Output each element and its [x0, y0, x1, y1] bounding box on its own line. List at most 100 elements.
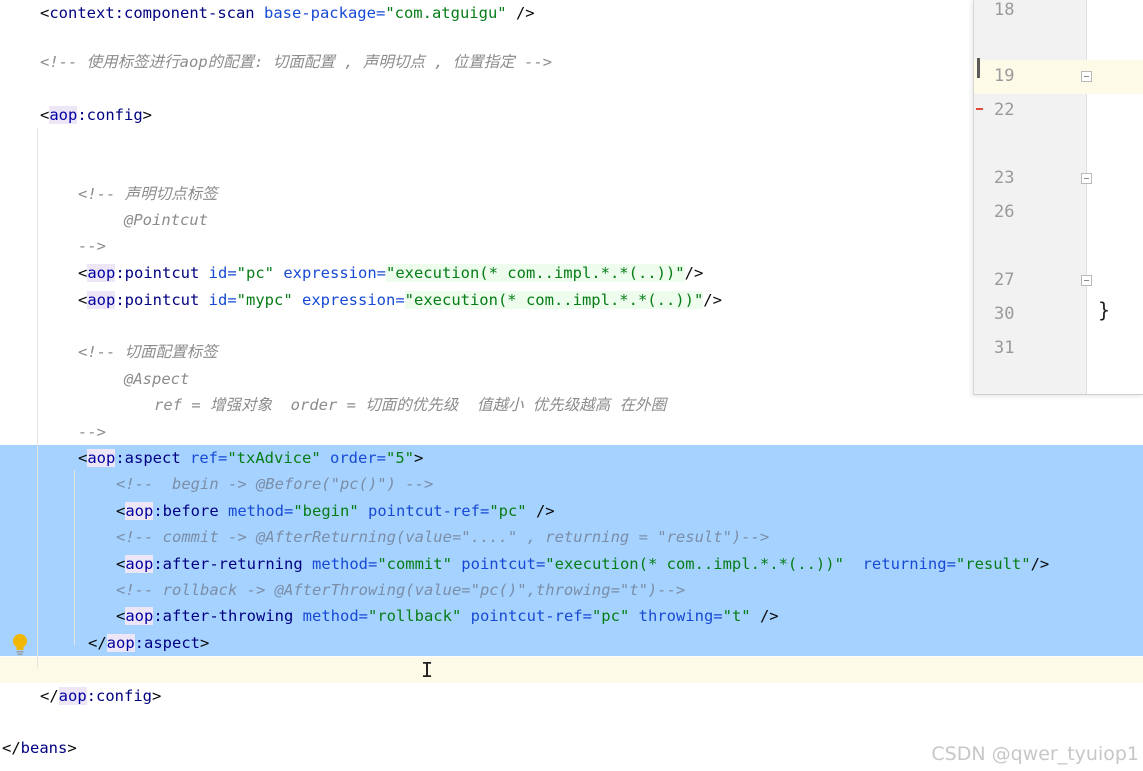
code-line[interactable]: <aop:after-returning method="commit" poi…	[0, 551, 1143, 577]
code-line[interactable]: </aop:config>	[0, 683, 1143, 709]
attribute-value: "rollback"	[367, 607, 462, 625]
code-editor[interactable]: <context:component-scan base-package="co…	[0, 0, 1143, 771]
code-line[interactable]: <aop:pointcut id="mypc" expression="exec…	[0, 287, 1143, 313]
code-line[interactable]: -->	[0, 233, 1143, 259]
text-cursor-icon: Ι	[421, 658, 434, 682]
tag-bracket: </	[40, 687, 59, 705]
attribute-name: expression=	[274, 264, 386, 282]
tag-name: :aspect	[115, 449, 181, 467]
attribute-name: pointcut-ref=	[358, 502, 490, 520]
comment-text: -->	[78, 423, 106, 441]
attribute-name: id=	[199, 291, 237, 309]
namespace-prefix: aop	[87, 291, 116, 309]
line-number: 23	[994, 168, 1015, 188]
tag-name: :pointcut	[115, 291, 200, 309]
code-line[interactable]: <context:component-scan base-package="co…	[0, 0, 1143, 26]
tag-close: />	[526, 502, 555, 520]
attribute-value: "pc"	[489, 502, 527, 520]
code-line[interactable]: <!-- commit -> @AfterReturning(value="..…	[0, 524, 1143, 550]
comment-text: <!-- 声明切点标签	[78, 185, 218, 203]
attribute-value: "result"	[955, 555, 1031, 573]
tag-close: >	[200, 634, 210, 652]
attribute-name: method=	[218, 502, 294, 520]
line-number: 30	[994, 304, 1015, 324]
fold-toggle-icon[interactable]	[1081, 275, 1092, 286]
code-line[interactable]: @Aspect	[0, 366, 1143, 392]
error-marker	[976, 108, 983, 110]
attribute-value: "mypc"	[236, 291, 293, 309]
attribute-name: id=	[199, 264, 237, 282]
code-line[interactable]: <!-- 切面配置标签	[0, 339, 1143, 365]
change-marker	[977, 58, 980, 78]
tag-name: :aspect	[134, 634, 200, 652]
tag-name: beans	[20, 739, 68, 757]
namespace-prefix: aop	[49, 106, 78, 124]
tag-name: context:component-scan	[49, 4, 255, 22]
tag-name: :after-returning	[153, 555, 303, 573]
code-line[interactable]: <!-- 使用标签进行aop的配置: 切面配置 , 声明切点 , 位置指定 --…	[0, 49, 1143, 75]
fold-toggle-icon[interactable]	[1081, 173, 1092, 184]
watermark: CSDN @qwer_tyuiop1	[931, 743, 1139, 765]
comment-text: -->	[78, 237, 106, 255]
code-line[interactable]: <!-- 声明切点标签	[0, 181, 1143, 207]
fold-toggle-icon[interactable]	[1081, 71, 1092, 82]
comment-text: <!-- commit -> @AfterReturning(value="..…	[116, 528, 770, 546]
line-number: 22	[994, 100, 1015, 120]
comment-text: <!-- 切面配置标签	[78, 343, 218, 361]
code-line[interactable]: <aop:after-throwing method="rollback" po…	[0, 603, 1143, 629]
tag-name: :config	[77, 106, 143, 124]
code-line[interactable]: </aop:aspect>	[0, 630, 1143, 656]
line-number: 18	[994, 0, 1015, 20]
code-line[interactable]: <aop:aspect ref="txAdvice" order="5">	[0, 445, 1143, 471]
attribute-name: method=	[293, 607, 368, 625]
attribute-value: "5"	[386, 449, 414, 467]
tag-close: />	[750, 607, 779, 625]
comment-text: @Pointcut	[124, 211, 208, 229]
code-line[interactable]: <aop:config>	[0, 102, 1143, 128]
tag-bracket: <	[40, 106, 50, 124]
code-line[interactable]: <aop:before method="begin" pointcut-ref=…	[0, 498, 1143, 524]
namespace-prefix: aop	[125, 607, 154, 625]
code-line[interactable]: <!-- rollback -> @AfterThrowing(value="p…	[0, 577, 1143, 603]
tag-bracket: </	[88, 634, 107, 652]
code-line[interactable]: <!-- begin -> @Before("pc()") -->	[0, 471, 1143, 497]
namespace-prefix: aop	[106, 634, 135, 652]
tag-close: />	[684, 264, 704, 282]
attribute-value: "txAdvice"	[227, 449, 321, 467]
tag-close: >	[152, 687, 162, 705]
attribute-value: "execution(* com..impl.*.*(..))"	[385, 264, 685, 282]
tag-name: :after-throwing	[153, 607, 294, 625]
attribute-name: pointcut=	[451, 555, 546, 573]
comment-text: @Aspect	[124, 370, 190, 388]
attribute-name: order=	[320, 449, 386, 467]
attribute-value: "t"	[722, 607, 751, 625]
tag-close: >	[414, 449, 424, 467]
line-number: 31	[994, 338, 1015, 358]
attribute-name: expression=	[292, 291, 405, 309]
tag-close: >	[67, 739, 77, 757]
attribute-value: "commit"	[377, 555, 452, 573]
tag-name: :pointcut	[115, 264, 200, 282]
tag-close: />	[1030, 555, 1050, 573]
namespace-prefix: aop	[125, 555, 154, 573]
code-line[interactable]: ref = 增强对象 order = 切面的优先级 值越小 优先级越高 在外圈	[0, 392, 1143, 418]
tag-bracket: <	[40, 4, 50, 22]
attribute-name: method=	[302, 555, 378, 573]
lightbulb-icon[interactable]	[10, 632, 30, 656]
closing-brace: }	[1098, 298, 1111, 322]
tag-close: >	[142, 106, 153, 124]
attribute-value: "execution(* com..impl.*.*(..))"	[404, 291, 704, 309]
code-line[interactable]: -->	[0, 419, 1143, 445]
code-line[interactable]: @Pointcut	[0, 207, 1143, 233]
tag-name: :config	[86, 687, 152, 705]
attribute-name: pointcut-ref=	[461, 607, 592, 625]
code-preview-panel[interactable]: 18 19 22 23 26 27 30 31 }	[973, 0, 1143, 395]
tag-close: />	[703, 291, 722, 309]
tag-close: />	[506, 4, 535, 22]
namespace-prefix: aop	[87, 449, 116, 467]
attribute-value: "execution(* com..impl.*.*(..))"	[545, 555, 844, 573]
attribute-value: "pc"	[591, 607, 630, 625]
attribute-value: "com.atguigu"	[385, 4, 507, 22]
namespace-prefix: aop	[125, 502, 154, 520]
code-line[interactable]: <aop:pointcut id="pc" expression="execut…	[0, 260, 1143, 286]
